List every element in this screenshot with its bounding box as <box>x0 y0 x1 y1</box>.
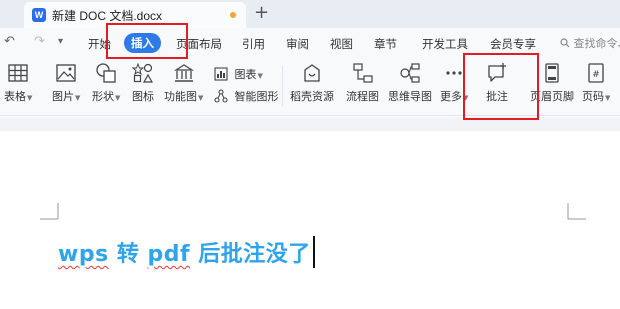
svg-text:#: # <box>592 70 600 80</box>
more-dots-icon <box>446 71 462 75</box>
function-chart-label: 功能图 <box>164 90 197 103</box>
function-chart-button[interactable]: 功能图▼ <box>164 62 203 104</box>
flowchart-icon <box>352 63 373 83</box>
undo-icon[interactable]: ↶ <box>4 34 15 50</box>
title-bar: W 新建 DOC 文档.docx + <box>0 0 620 28</box>
icon-library-button[interactable]: 图标 <box>132 62 154 104</box>
docer-resources-button[interactable]: 稻壳资源 <box>290 62 334 104</box>
margin-corner-mark <box>567 203 586 220</box>
misspelled-word: pdf <box>147 242 191 267</box>
mindmap-label: 思维导图 <box>388 90 432 103</box>
picture-icon <box>56 64 76 82</box>
docer-resources-label: 稻壳资源 <box>290 90 334 103</box>
document-title: 新建 DOC 文档.docx <box>52 9 163 23</box>
command-search[interactable]: 查找命令、 <box>560 35 620 51</box>
picture-label: 图片 <box>52 90 74 103</box>
quick-access-more-icon[interactable]: ▾ <box>58 34 63 50</box>
chevron-down-icon: ▼ <box>257 72 263 80</box>
icon-library-label: 图标 <box>132 90 154 103</box>
smart-art-icon <box>214 89 228 103</box>
redo-icon[interactable]: ↷ <box>34 34 45 50</box>
picture-button[interactable]: 图片▼ <box>52 62 80 104</box>
page-number-icon: # <box>588 63 604 83</box>
insert-tab-highlight-box <box>106 23 188 59</box>
chevron-down-icon: ▼ <box>198 94 204 102</box>
tab-sections[interactable]: 章节 <box>374 36 397 52</box>
tab-references[interactable]: 引用 <box>242 36 265 52</box>
chart-button[interactable]: 图表▼ <box>214 66 263 82</box>
table-button[interactable]: 表格▼ <box>4 62 32 104</box>
more-label: 更多 <box>440 90 462 103</box>
document-page[interactable]: wps 转 pdf 后批注没了 <box>0 131 620 309</box>
table-icon <box>8 64 28 82</box>
tab-view[interactable]: 视图 <box>330 36 353 52</box>
document-text-part: 后批注没了 <box>190 242 311 267</box>
table-label: 表格 <box>4 90 26 103</box>
icons-grid-icon <box>132 62 154 83</box>
misspelled-word: wps <box>58 242 109 267</box>
document-text[interactable]: wps 转 pdf 后批注没了 <box>58 236 315 268</box>
flowchart-label: 流程图 <box>346 90 379 103</box>
chevron-down-icon: ▼ <box>75 94 81 102</box>
smart-art-button[interactable]: 智能图形 <box>214 88 279 104</box>
new-tab-plus-icon[interactable]: + <box>254 3 269 23</box>
mindmap-button[interactable]: 思维导图 <box>388 62 432 104</box>
header-footer-icon <box>545 63 559 83</box>
chevron-down-icon: ▼ <box>27 94 33 102</box>
docer-shop-icon <box>304 64 320 82</box>
chart-icon <box>214 67 228 81</box>
chevron-down-icon: ▼ <box>605 94 611 102</box>
tab-developer[interactable]: 开发工具 <box>422 36 468 52</box>
function-chart-icon <box>173 64 194 82</box>
page-number-button[interactable]: # 页码▼ <box>582 62 610 104</box>
chevron-down-icon: ▼ <box>115 94 121 102</box>
tab-member[interactable]: 会员专享 <box>490 36 536 52</box>
tab-review[interactable]: 审阅 <box>286 36 309 52</box>
margin-corner-mark <box>40 203 59 220</box>
shape-icon <box>96 63 116 83</box>
search-icon <box>560 38 570 48</box>
text-cursor <box>312 236 315 268</box>
flowchart-button[interactable]: 流程图 <box>346 62 379 104</box>
unsaved-indicator-dot <box>230 12 236 18</box>
ribbon-divider <box>282 66 283 106</box>
smart-art-label: 智能图形 <box>234 90 279 103</box>
chart-label: 图表 <box>234 68 257 81</box>
document-text-part: 转 <box>108 242 148 267</box>
shape-label: 形状 <box>92 90 114 103</box>
shape-button[interactable]: 形状▼ <box>92 62 120 104</box>
mindmap-icon <box>400 63 420 83</box>
wps-writer-icon: W <box>32 8 46 22</box>
comment-highlight-box <box>463 53 539 120</box>
command-search-label: 查找命令、 <box>573 37 620 50</box>
page-number-label: 页码 <box>582 90 604 103</box>
